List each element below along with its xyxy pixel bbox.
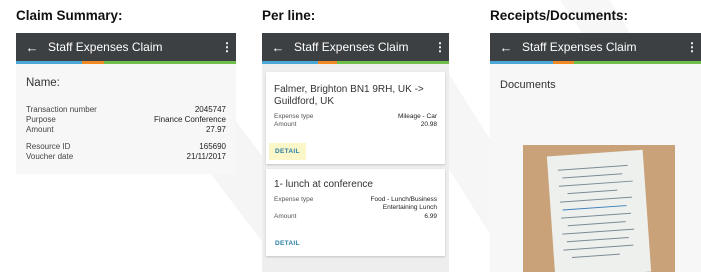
expense-type-value: Food - Lunch/Business Entertaining Lunch <box>370 196 437 211</box>
claim-summary-screen: ← Staff Expenses Claim ⋮ Name: Transacti… <box>16 33 236 174</box>
detail-button[interactable]: DETAIL <box>269 235 306 252</box>
field-label: Resource ID <box>26 142 71 151</box>
back-arrow-icon[interactable]: ← <box>262 40 294 55</box>
amount-row: Amount 27.97 <box>26 125 226 134</box>
field-label: Purpose <box>26 115 56 124</box>
receipt-photo-thumbnail[interactable] <box>523 145 675 272</box>
expense-line-card[interactable]: 1- lunch at conference Expense type Food… <box>266 169 445 256</box>
accent-stripe <box>490 61 701 64</box>
expense-type-label: Expense type <box>274 196 314 203</box>
receipt-image <box>546 149 652 272</box>
amount-value: 20.98 <box>420 121 437 128</box>
name-label: Name: <box>26 77 60 89</box>
detail-button[interactable]: DETAIL <box>269 143 306 160</box>
accent-stripe <box>262 61 449 64</box>
field-label: Transaction number <box>26 105 97 114</box>
resource-id-row: Resource ID 165690 <box>26 142 226 151</box>
purpose-row: Purpose Finance Conference <box>26 115 226 124</box>
documents-screen: ← Staff Expenses Claim ⋮ Documents <box>490 33 701 272</box>
amount-label: Amount <box>274 121 297 128</box>
expense-type-value: Mileage - Car <box>397 113 437 120</box>
app-bar: ← Staff Expenses Claim ⋮ <box>16 33 236 61</box>
per-line-heading: Per line: <box>262 8 316 23</box>
documents-label: Documents <box>500 79 556 91</box>
app-bar-title: Staff Expenses Claim <box>294 40 409 54</box>
overflow-menu-icon[interactable]: ⋮ <box>683 40 701 54</box>
expense-type-row: Expense type Mileage - Car <box>274 113 437 121</box>
overflow-menu-icon[interactable]: ⋮ <box>218 40 236 54</box>
voucher-date-row: Voucher date 21/11/2017 <box>26 152 226 161</box>
expense-type-label: Expense type <box>274 113 314 120</box>
field-value: 21/11/2017 <box>186 152 226 161</box>
amount-row: Amount 20.98 <box>274 121 437 129</box>
amount-value: 6.99 <box>424 213 437 220</box>
app-bar: ← Staff Expenses Claim ⋮ <box>262 33 449 61</box>
expense-line-title: 1- lunch at conference <box>274 179 373 190</box>
app-bar: ← Staff Expenses Claim ⋮ <box>490 33 701 61</box>
expense-line-title: Falmer, Brighton BN1 9RH, UK -> Guildfor… <box>274 84 424 107</box>
field-label: Voucher date <box>26 152 74 161</box>
amount-label: Amount <box>274 213 297 220</box>
expense-line-card[interactable]: Falmer, Brighton BN1 9RH, UK -> Guildfor… <box>266 72 445 164</box>
amount-row: Amount 6.99 <box>274 213 437 221</box>
field-value: 27.97 <box>205 125 226 134</box>
transaction-number-row: Transaction number 2045747 <box>26 105 226 114</box>
claim-summary-heading: Claim Summary: <box>16 8 123 23</box>
per-line-screen: ← Staff Expenses Claim ⋮ Falmer, Brighto… <box>262 33 449 272</box>
documents-heading: Receipts/Documents: <box>490 8 629 23</box>
back-arrow-icon[interactable]: ← <box>16 40 48 55</box>
expense-type-row: Expense type Food - Lunch/Business Enter… <box>274 196 437 212</box>
overflow-menu-icon[interactable]: ⋮ <box>431 40 449 54</box>
app-bar-title: Staff Expenses Claim <box>522 40 637 54</box>
accent-stripe <box>16 61 236 64</box>
field-value: Finance Conference <box>153 115 226 124</box>
field-value: 165690 <box>199 142 226 151</box>
field-value: 2045747 <box>194 105 226 114</box>
back-arrow-icon[interactable]: ← <box>490 40 522 55</box>
app-bar-title: Staff Expenses Claim <box>48 40 163 54</box>
field-label: Amount <box>26 125 54 134</box>
